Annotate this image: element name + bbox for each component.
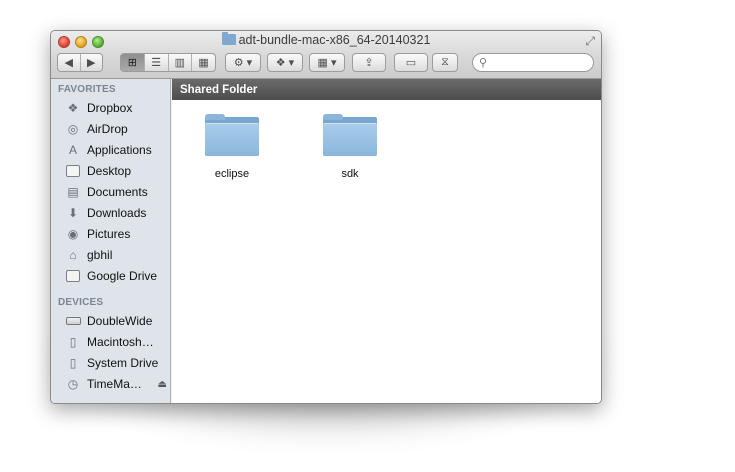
documents-icon: ▤ [67, 185, 79, 199]
folder-item-eclipse[interactable]: eclipse [201, 114, 263, 180]
folder-icon [65, 269, 81, 283]
sidebar-item-label: Google Drive [87, 269, 158, 283]
sidebar-item-desktop[interactable]: Desktop [65, 162, 169, 180]
sidebar-item-timemachine[interactable]: ◷ TimeMa… ⏏ [65, 375, 169, 393]
sidebar-item-google-drive[interactable]: Google Drive [65, 267, 169, 285]
file-browser: Shared Folder eclipse sdk [172, 79, 601, 403]
list-view-button[interactable]: ☰ [145, 54, 169, 71]
sidebar: FAVORITES ❖ Dropbox ◎ AirDrop A Applicat… [51, 79, 171, 403]
grid-icon: ▦ ▾ [317, 57, 337, 69]
disk-icon [65, 314, 81, 328]
sidebar-item-label: Desktop [87, 164, 132, 178]
coverflow-view-button[interactable]: ▦ [192, 54, 215, 71]
sidebar-item-pictures[interactable]: ◉ Pictures [65, 225, 169, 243]
icon-view-button[interactable]: ⊞ [121, 54, 145, 71]
devices-header: DEVICES [58, 297, 104, 308]
sidebar-item-label: Downloads [87, 206, 147, 220]
sidebar-item-gbhil[interactable]: ⌂ gbhil [65, 246, 169, 264]
desktop-icon [65, 164, 81, 178]
path-label: Shared Folder [180, 83, 258, 96]
share-icon: ⇪ [364, 57, 374, 69]
dropbox-menu-button[interactable]: ❖ ▾ [267, 53, 303, 72]
folder-label: sdk [341, 168, 359, 180]
extra-toolbar-button[interactable]: ⧖ [432, 53, 458, 72]
path-bar: Shared Folder [172, 79, 601, 100]
folder-icon [323, 114, 377, 156]
sidebar-item-label: AirDrop [87, 122, 128, 136]
view-mode-control: ⊞ ☰ ▥ ▦ [120, 53, 216, 72]
forward-arrow-icon[interactable]: ▶ [81, 54, 103, 71]
sidebar-item-system-drive[interactable]: ▯ System Drive [65, 354, 169, 372]
search-icon: ⚲ [479, 57, 488, 69]
sidebar-item-label: System Drive [87, 356, 159, 370]
hourglass-icon: ⧖ [441, 56, 449, 68]
applications-icon: A [68, 143, 77, 157]
downloads-icon: ⬇ [67, 206, 79, 220]
fullscreen-arrows-icon[interactable]: ⤢ [585, 34, 595, 49]
hard-drive-icon: ▯ [69, 356, 77, 370]
home-icon: ⌂ [69, 248, 77, 262]
pictures-icon: ◉ [67, 227, 79, 241]
sidebar-item-dropbox[interactable]: ❖ Dropbox [65, 99, 169, 117]
sidebar-item-documents[interactable]: ▤ Documents [65, 183, 169, 201]
search-input[interactable]: ⚲ [472, 53, 594, 72]
sidebar-item-label: Pictures [87, 227, 131, 241]
folder-label: eclipse [214, 168, 250, 180]
airdrop-icon: ◎ [67, 122, 79, 136]
sidebar-item-label: Macintosh… [87, 335, 154, 349]
window-title: adt-bundle-mac-x86_64-20140321 [51, 32, 601, 47]
time-machine-icon: ◷ [67, 377, 79, 391]
back-forward-control: ◀ ▶ [57, 53, 103, 72]
sidebar-item-label: gbhil [87, 248, 113, 262]
titlebar: adt-bundle-mac-x86_64-20140321 ⤢ ◀ ▶ ⊞ ☰… [51, 31, 601, 79]
sidebar-item-doublewide[interactable]: DoubleWide [65, 312, 169, 330]
sidebar-item-label: Documents [87, 185, 148, 199]
folder-item-sdk[interactable]: sdk [319, 114, 381, 180]
dropbox-icon: ❖ ▾ [275, 57, 295, 69]
sidebar-item-applications[interactable]: A Applications [65, 141, 169, 159]
folder-icon [221, 32, 236, 45]
sidebar-item-airdrop[interactable]: ◎ AirDrop [65, 120, 169, 138]
share-button[interactable]: ⇪ [352, 53, 386, 72]
hard-drive-icon: ▯ [69, 335, 77, 349]
folder-icon [205, 114, 259, 156]
back-arrow-icon[interactable]: ◀ [58, 54, 81, 71]
sidebar-item-label: Dropbox [87, 101, 133, 115]
sidebar-item-label: DoubleWide [87, 314, 153, 328]
eject-icon[interactable]: ⏏ [158, 379, 167, 390]
window-title-text: adt-bundle-mac-x86_64-20140321 [238, 33, 431, 47]
action-menu-button[interactable]: ⚙ ▾ [225, 53, 261, 72]
gear-icon: ⚙ ▾ [233, 57, 253, 69]
dropbox-icon: ❖ [67, 101, 79, 115]
finder-window: adt-bundle-mac-x86_64-20140321 ⤢ ◀ ▶ ⊞ ☰… [50, 30, 602, 404]
tags-button[interactable]: ▭ [394, 53, 428, 72]
column-view-button[interactable]: ▥ [169, 54, 193, 71]
tag-icon: ▭ [405, 57, 417, 69]
sidebar-item-label: TimeMa… [87, 377, 142, 391]
sidebar-item-label: Applications [87, 143, 152, 157]
favorites-header: FAVORITES [58, 84, 116, 95]
sidebar-item-macintosh[interactable]: ▯ Macintosh… [65, 333, 169, 351]
sidebar-item-downloads[interactable]: ⬇ Downloads [65, 204, 169, 222]
arrange-menu-button[interactable]: ▦ ▾ [309, 53, 345, 72]
